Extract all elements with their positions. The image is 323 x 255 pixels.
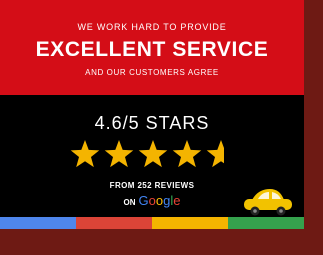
- tagline-bottom: AND OUR CUSTOMERS AGREE: [85, 68, 219, 77]
- stripe-green: [228, 217, 304, 229]
- stripe-yellow: [152, 217, 228, 229]
- google-wordmark: Google: [139, 193, 181, 208]
- google-letter-o1: o: [148, 193, 156, 208]
- google-letter-g: G: [138, 193, 149, 208]
- star-rating: [70, 140, 224, 168]
- star-icon: [206, 140, 224, 168]
- rating-text: 4.6/5 STARS: [94, 113, 210, 133]
- star-icon: [70, 140, 100, 168]
- car-icon: [244, 189, 292, 216]
- star-icon: [172, 140, 202, 168]
- google-letter-e: e: [173, 193, 181, 208]
- stripe-blue: [0, 217, 76, 229]
- tagline-top: WE WORK HARD TO PROVIDE: [77, 22, 227, 32]
- headline-panel: WE WORK HARD TO PROVIDE EXCELLENT SERVIC…: [0, 0, 304, 95]
- headline: EXCELLENT SERVICE: [35, 38, 269, 61]
- stripe-red: [76, 217, 152, 229]
- star-icon: [104, 140, 134, 168]
- star-icon: [138, 140, 168, 168]
- on-label: ON: [123, 198, 136, 207]
